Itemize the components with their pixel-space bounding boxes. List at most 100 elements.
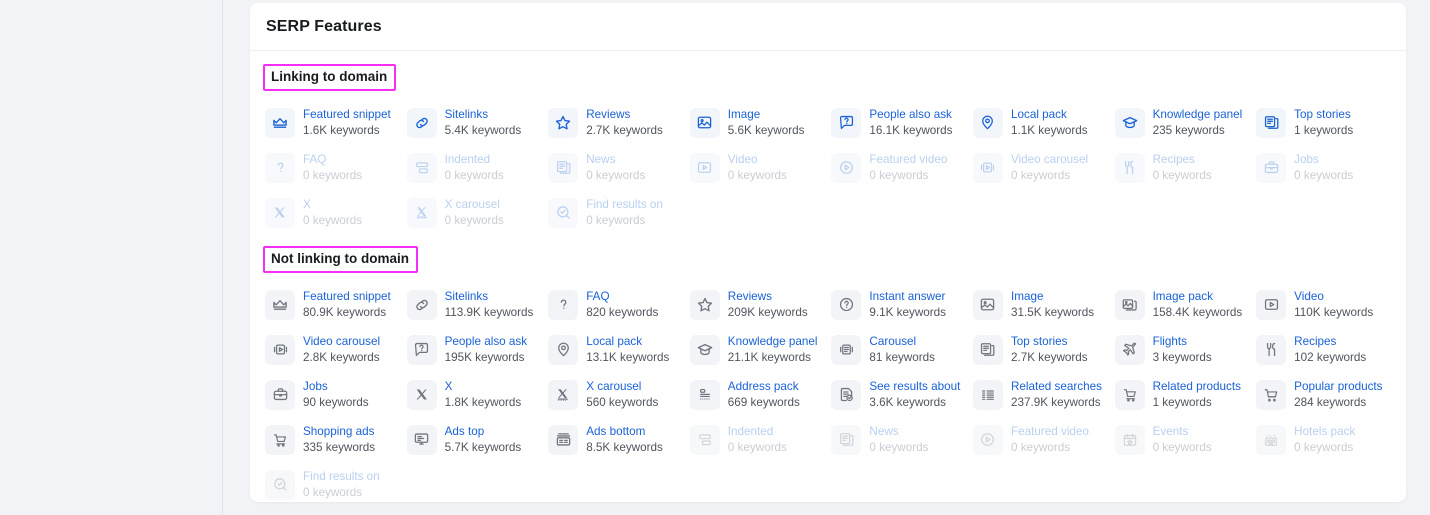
feature-item[interactable]: X 1.8K keywords bbox=[406, 372, 549, 417]
related-products-icon bbox=[1114, 379, 1145, 410]
feature-text: Address pack 669 keywords bbox=[728, 380, 800, 409]
feature-item[interactable]: Flights 3 keywords bbox=[1114, 327, 1257, 372]
feature-item[interactable]: Ads top 5.7K keywords bbox=[406, 417, 549, 462]
feature-label: Image pack bbox=[1152, 289, 1213, 303]
feature-keyword-count: 9.1K keywords bbox=[869, 305, 947, 319]
feature-item[interactable]: Image 5.6K keywords bbox=[689, 100, 832, 145]
feature-keyword-count: 0 keywords bbox=[1294, 440, 1354, 454]
feature-keyword-count: 110K keywords bbox=[1294, 305, 1374, 319]
feature-item[interactable]: Popular products 284 keywords bbox=[1256, 372, 1398, 417]
feature-keyword-count: 8.5K keywords bbox=[586, 440, 663, 454]
featured-video-icon bbox=[972, 424, 1003, 455]
feature-item[interactable]: Sitelinks 113.9K keywords bbox=[406, 282, 549, 327]
feature-item[interactable]: Related searches 237.9K keywords bbox=[972, 372, 1115, 417]
feature-keyword-count: 560 keywords bbox=[586, 395, 659, 409]
recipes-icon bbox=[1114, 152, 1145, 183]
feature-text: Image 31.5K keywords bbox=[1011, 290, 1094, 319]
video-icon bbox=[1256, 289, 1287, 320]
feature-item[interactable]: X carousel 560 keywords bbox=[548, 372, 690, 417]
content-area-divider bbox=[222, 0, 223, 515]
feature-keyword-count: 2.7K keywords bbox=[1010, 350, 1088, 364]
feature-keyword-count: 1.6K keywords bbox=[303, 123, 380, 137]
feature-keyword-count: 237.9K keywords bbox=[1010, 395, 1101, 409]
feature-item[interactable]: Reviews 209K keywords bbox=[689, 282, 832, 327]
feature-item[interactable]: Instant answer 9.1K keywords bbox=[831, 282, 973, 327]
feature-item[interactable]: People also ask 16.1K keywords bbox=[831, 100, 973, 145]
feature-item[interactable]: FAQ 820 keywords bbox=[548, 282, 690, 327]
feature-item[interactable]: Featured snippet 1.6K keywords bbox=[265, 100, 407, 145]
people-also-ask-icon bbox=[406, 334, 437, 365]
feature-item[interactable]: Video 110K keywords bbox=[1256, 282, 1398, 327]
feature-text: Flights 3 keywords bbox=[1153, 335, 1212, 364]
feature-text: Reviews 209K keywords bbox=[728, 290, 808, 319]
feature-item[interactable]: Top stories 1 keywords bbox=[1256, 100, 1398, 145]
sitelinks-icon bbox=[406, 107, 437, 138]
local-pack-icon bbox=[972, 107, 1003, 138]
feature-text: Featured snippet 80.9K keywords bbox=[303, 290, 391, 319]
section-heading-not-linking: Not linking to domain bbox=[263, 246, 418, 273]
people-also-ask-icon bbox=[831, 107, 862, 138]
feature-item[interactable]: Video carousel 2.8K keywords bbox=[265, 327, 407, 372]
feature-keyword-count: 0 keywords bbox=[1294, 168, 1354, 182]
feature-keyword-count: 335 keywords bbox=[303, 440, 376, 454]
feature-label: Jobs bbox=[1294, 152, 1319, 166]
local-pack-icon bbox=[548, 334, 579, 365]
feature-keyword-count: 5.4K keywords bbox=[444, 123, 522, 137]
feature-label: Address pack bbox=[727, 379, 799, 393]
video-carousel-icon bbox=[972, 152, 1003, 183]
top-stories-icon bbox=[1256, 107, 1287, 138]
feature-keyword-count: 0 keywords bbox=[303, 485, 363, 499]
feature-keyword-count: 31.5K keywords bbox=[1010, 305, 1095, 319]
feature-keyword-count: 0 keywords bbox=[303, 168, 363, 182]
feature-label: Local pack bbox=[586, 334, 643, 348]
ads-top-icon bbox=[406, 424, 437, 455]
feature-label: Video carousel bbox=[1010, 152, 1089, 166]
feature-keyword-count: 0 keywords bbox=[586, 213, 646, 227]
feature-item: FAQ 0 keywords bbox=[265, 145, 407, 190]
feature-item: Indented 0 keywords bbox=[689, 417, 832, 462]
feature-item[interactable]: Local pack 13.1K keywords bbox=[548, 327, 690, 372]
feature-item[interactable]: Knowledge panel 21.1K keywords bbox=[689, 327, 832, 372]
feature-item[interactable]: Reviews 2.7K keywords bbox=[548, 100, 690, 145]
feature-item: Recipes 0 keywords bbox=[1114, 145, 1257, 190]
feature-text: People also ask 16.1K keywords bbox=[869, 108, 952, 137]
feature-keyword-count: 3.6K keywords bbox=[869, 395, 947, 409]
feature-item[interactable]: Ads bottom 8.5K keywords bbox=[548, 417, 690, 462]
feature-label: Shopping ads bbox=[303, 424, 375, 438]
feature-keyword-count: 1 keywords bbox=[1152, 395, 1212, 409]
feature-text: Sitelinks 5.4K keywords bbox=[445, 108, 522, 137]
feature-text: Hotels pack 0 keywords bbox=[1294, 425, 1355, 454]
feature-item[interactable]: Jobs 90 keywords bbox=[265, 372, 407, 417]
feature-item[interactable]: Carousel 81 keywords bbox=[831, 327, 973, 372]
knowledge-panel-icon bbox=[689, 334, 720, 365]
feature-item[interactable]: Knowledge panel 235 keywords bbox=[1114, 100, 1257, 145]
feature-keyword-count: 195K keywords bbox=[444, 350, 525, 364]
feature-label: Featured snippet bbox=[303, 107, 391, 121]
feature-item[interactable]: Shopping ads 335 keywords bbox=[265, 417, 407, 462]
feature-item[interactable]: Image pack 158.4K keywords bbox=[1114, 282, 1257, 327]
feature-text: X carousel 560 keywords bbox=[586, 380, 658, 409]
feature-text: Popular products 284 keywords bbox=[1294, 380, 1382, 409]
feature-label: Image bbox=[1010, 289, 1044, 303]
feature-text: Reviews 2.7K keywords bbox=[586, 108, 663, 137]
feature-item[interactable]: Featured snippet 80.9K keywords bbox=[265, 282, 407, 327]
feature-item[interactable]: Local pack 1.1K keywords bbox=[972, 100, 1115, 145]
x-icon bbox=[265, 197, 295, 228]
feature-text: Sitelinks 113.9K keywords bbox=[445, 290, 534, 319]
feature-label: Top stories bbox=[1010, 334, 1068, 348]
feature-label: Video bbox=[1294, 289, 1324, 303]
feature-keyword-count: 235 keywords bbox=[1152, 123, 1225, 137]
feature-item[interactable]: Sitelinks 5.4K keywords bbox=[406, 100, 549, 145]
feature-item[interactable]: Image 31.5K keywords bbox=[972, 282, 1115, 327]
feature-item[interactable]: Top stories 2.7K keywords bbox=[972, 327, 1115, 372]
faq-icon bbox=[548, 289, 579, 320]
feature-item[interactable]: People also ask 195K keywords bbox=[406, 327, 549, 372]
carousel-icon bbox=[831, 334, 862, 365]
feature-item[interactable]: Related products 1 keywords bbox=[1114, 372, 1257, 417]
feature-text: Ads top 5.7K keywords bbox=[445, 425, 522, 454]
feature-item[interactable]: Recipes 102 keywords bbox=[1256, 327, 1398, 372]
feature-item[interactable]: See results about 3.6K keywords bbox=[831, 372, 973, 417]
feature-keyword-count: 0 keywords bbox=[444, 213, 504, 227]
feature-label: Hotels pack bbox=[1294, 424, 1356, 438]
feature-item[interactable]: Address pack 669 keywords bbox=[689, 372, 832, 417]
